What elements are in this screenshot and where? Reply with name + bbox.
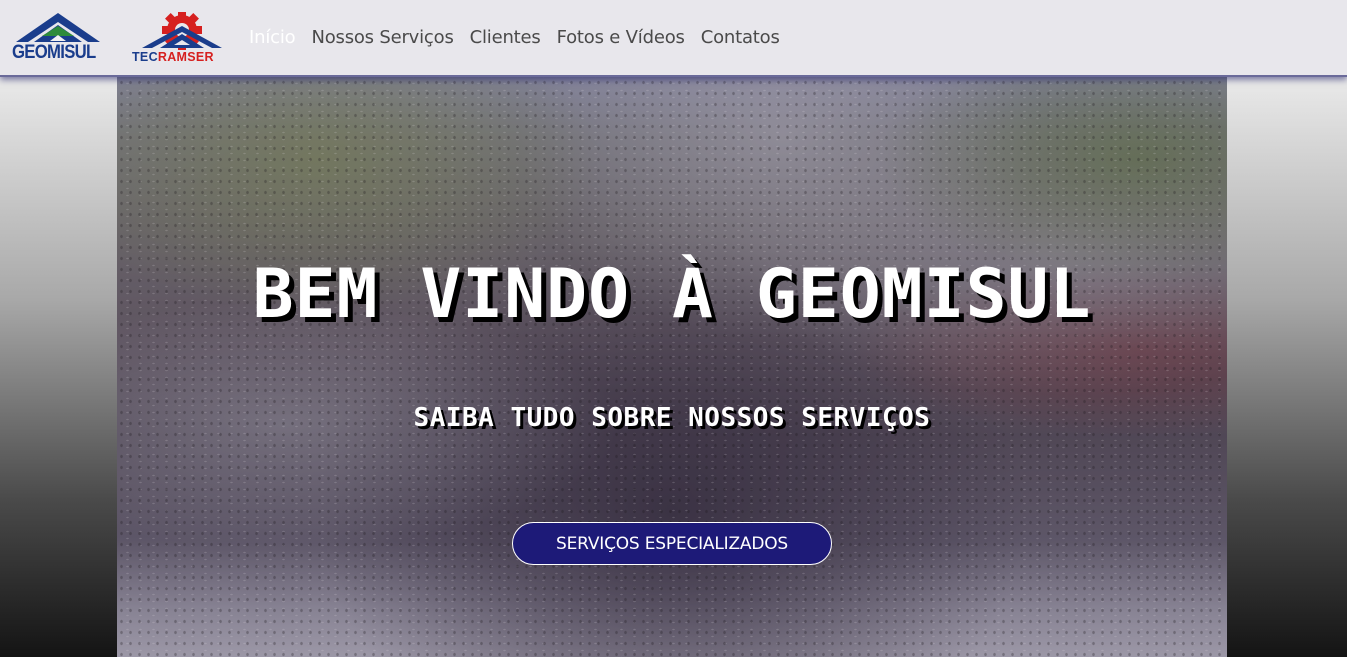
geomisul-logo[interactable]: GEOMISUL [12,12,104,64]
nav-link-clientes[interactable]: Clientes [470,27,541,48]
tecramser-logo[interactable]: TECRAMSER [130,12,228,66]
hero-debris-texture [117,77,1227,657]
navbar: GEOMISUL TECRAMSER Início Nossos Serviço… [0,0,1347,77]
servicos-especializados-button[interactable]: SERVIÇOS ESPECIALIZADOS [512,522,832,565]
tecramser-gear-icon [142,12,222,50]
nav-link-inicio[interactable]: Início [249,27,296,48]
hero-title: BEM VINDO À GEOMISUL [252,255,1092,334]
geomisul-logo-text: GEOMISUL [12,42,96,63]
nav-link-contatos[interactable]: Contatos [701,27,780,48]
nav-link-fotos-videos[interactable]: Fotos e Vídeos [557,27,685,48]
nav-link-nossos-servicos[interactable]: Nossos Serviços [311,27,453,48]
tecramser-logo-text: TECRAMSER [132,50,228,64]
main-nav: Início Nossos Serviços Clientes Fotos e … [249,27,796,48]
hero-banner: BEM VINDO À GEOMISUL SAIBA TUDO SOBRE NO… [117,77,1227,657]
tecramser-text-ramser: RAMSER [157,50,214,64]
geomisul-roof-icon [16,13,100,42]
tecramser-text-tec: TEC [132,50,158,64]
hero-subtitle: SAIBA TUDO SOBRE NOSSOS SERVIÇOS [413,403,931,433]
